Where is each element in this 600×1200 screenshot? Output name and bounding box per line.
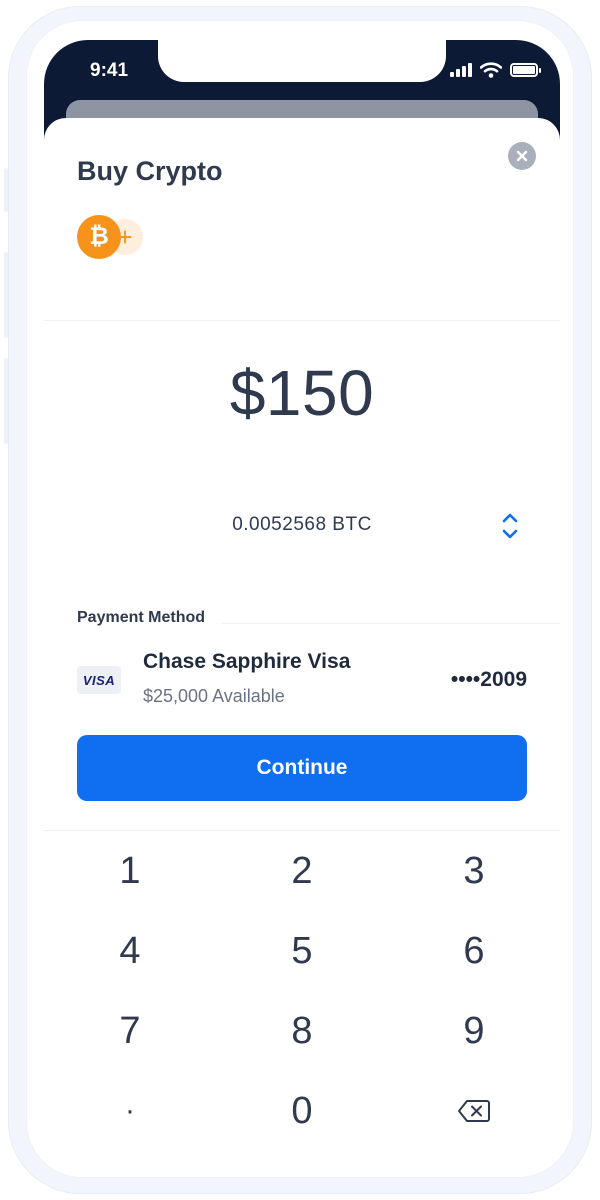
continue-button[interactable]: Continue: [77, 735, 527, 801]
payment-method-row[interactable]: VISA Chase Sapphire Visa $25,000 Availab…: [77, 648, 527, 712]
card-name: Chase Sapphire Visa: [143, 650, 351, 673]
close-button[interactable]: [508, 142, 536, 170]
battery-icon: [510, 63, 541, 77]
volume-up-button: [4, 252, 8, 338]
card-available-balance: $25,000 Available: [143, 686, 285, 706]
divider: [44, 320, 560, 321]
side-button: [4, 168, 8, 212]
key-decimal[interactable]: ·: [44, 1071, 216, 1151]
backspace-button[interactable]: [388, 1071, 560, 1151]
asset-selector: + ₿: [77, 215, 157, 259]
key-8[interactable]: 8: [216, 991, 388, 1071]
key-1[interactable]: 1: [44, 831, 216, 911]
page-title: Buy Crypto: [77, 156, 223, 186]
wifi-icon: [480, 62, 502, 78]
buy-crypto-sheet: Buy Crypto + ₿ $150 0.0052568 BTC Paymen…: [44, 118, 560, 1160]
notch: [158, 40, 446, 82]
card-last4: ••••2009: [450, 668, 527, 691]
swap-units-icon: [502, 513, 518, 539]
phone-screen: 9:41 Buy Crypto + ₿ $150 0.0052568 BTC P…: [44, 40, 560, 1160]
key-7[interactable]: 7: [44, 991, 216, 1071]
key-9[interactable]: 9: [388, 991, 560, 1071]
bitcoin-button[interactable]: ₿: [77, 215, 121, 259]
status-time: 9:41: [90, 60, 129, 81]
bitcoin-icon: ₿: [89, 223, 109, 250]
close-icon: [516, 150, 528, 162]
signal-icon: [450, 63, 472, 77]
divider: [222, 623, 560, 624]
backspace-icon: [458, 1100, 490, 1122]
key-5[interactable]: 5: [216, 911, 388, 991]
visa-icon: VISA: [77, 666, 121, 694]
key-2[interactable]: 2: [216, 831, 388, 911]
swap-units-button[interactable]: [499, 511, 521, 541]
payment-method-label: Payment Method: [77, 609, 206, 626]
fiat-amount: $150: [229, 357, 375, 429]
key-4[interactable]: 4: [44, 911, 216, 991]
volume-down-button: [4, 358, 8, 444]
crypto-amount: 0.0052568 BTC: [232, 514, 372, 535]
key-0[interactable]: 0: [216, 1071, 388, 1151]
key-6[interactable]: 6: [388, 911, 560, 991]
status-icons: [450, 62, 541, 78]
key-3[interactable]: 3: [388, 831, 560, 911]
